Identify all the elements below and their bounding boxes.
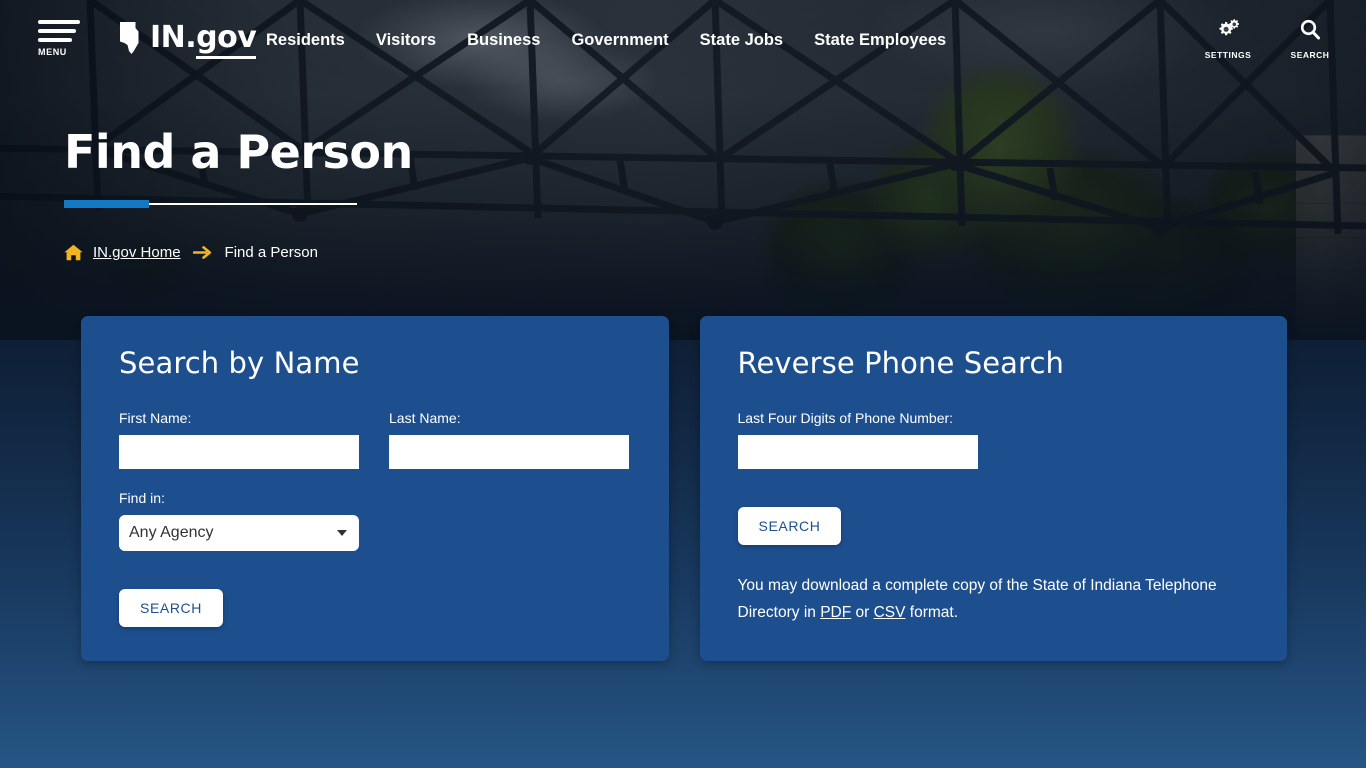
site-header: MENU IN.gov Residents Visitors Business … xyxy=(0,0,1366,80)
csv-download-link[interactable]: CSV xyxy=(874,604,906,621)
search-cards-container: Search by Name First Name: Last Name: Fi… xyxy=(81,316,1287,661)
title-rule-accent xyxy=(64,200,149,209)
nav-item-government[interactable]: Government xyxy=(571,31,668,50)
note-text-or: or xyxy=(851,603,874,621)
directory-download-note: You may download a complete copy of the … xyxy=(738,573,1250,626)
find-in-select-wrapper: Any Agency xyxy=(119,515,359,551)
phone-last-four-input[interactable] xyxy=(737,435,978,469)
page-title: Find a Person xyxy=(64,125,413,179)
header-tools: SETTINGS SEARCH xyxy=(1202,18,1336,60)
phone-field-group: Last Four Digits of Phone Number: xyxy=(737,410,1250,469)
find-in-field-group: Find in: Any Agency xyxy=(119,490,631,551)
first-name-input[interactable] xyxy=(119,435,359,469)
nav-item-visitors[interactable]: Visitors xyxy=(376,31,436,50)
reverse-phone-search-card: Reverse Phone Search Last Four Digits of… xyxy=(699,316,1287,661)
hero-content: Find a Person xyxy=(64,125,413,209)
search-by-name-submit-button[interactable]: SEARCH xyxy=(119,589,223,627)
gears-icon xyxy=(1219,19,1239,36)
pdf-download-link[interactable]: PDF xyxy=(820,604,851,621)
settings-button[interactable]: SETTINGS xyxy=(1202,18,1254,60)
last-name-field-group: Last Name: xyxy=(389,410,629,469)
menu-button-label: MENU xyxy=(38,47,67,57)
note-text-part2: format. xyxy=(905,603,959,621)
magnifier-icon xyxy=(1300,19,1320,40)
menu-button[interactable]: MENU xyxy=(38,20,84,57)
brand-wordmark: IN.gov xyxy=(150,20,257,59)
nav-item-state-employees[interactable]: State Employees xyxy=(814,31,946,50)
find-in-selected-value: Any Agency xyxy=(129,524,214,541)
breadcrumb-home-link[interactable]: IN.gov Home xyxy=(93,244,181,261)
indiana-state-outline-icon xyxy=(120,22,139,54)
main-navigation: Residents Visitors Business Government S… xyxy=(266,0,946,80)
search-button-header[interactable]: SEARCH xyxy=(1284,18,1336,60)
first-name-label: First Name: xyxy=(119,410,192,426)
search-label: SEARCH xyxy=(1290,50,1330,60)
last-name-label: Last Name: xyxy=(389,410,461,426)
first-name-field-group: First Name: xyxy=(119,410,359,469)
search-by-name-card: Search by Name First Name: Last Name: Fi… xyxy=(81,316,669,661)
nav-item-state-jobs[interactable]: State Jobs xyxy=(700,31,783,50)
nav-item-business[interactable]: Business xyxy=(467,31,540,50)
ingov-logo[interactable]: IN.gov xyxy=(118,20,257,59)
home-icon[interactable] xyxy=(64,244,83,261)
settings-label: SETTINGS xyxy=(1204,50,1252,60)
nav-item-residents[interactable]: Residents xyxy=(266,31,345,50)
arrow-right-icon xyxy=(192,246,211,259)
hamburger-icon xyxy=(38,20,80,42)
brand-in: IN. xyxy=(150,20,197,55)
reverse-phone-title: Reverse Phone Search xyxy=(737,346,1064,380)
title-rule-line xyxy=(149,203,357,206)
last-name-input[interactable] xyxy=(389,435,629,469)
title-underline-rule xyxy=(64,200,357,209)
name-fields-row: First Name: Last Name: xyxy=(119,410,631,490)
brand-gov: gov xyxy=(196,20,257,59)
note-text-part1: You may download a complete copy of the … xyxy=(737,577,1217,621)
search-by-name-title: Search by Name xyxy=(119,346,360,380)
breadcrumb-current: Find a Person xyxy=(224,244,318,261)
breadcrumb: IN.gov Home Find a Person xyxy=(64,244,318,261)
phone-label: Last Four Digits of Phone Number: xyxy=(737,410,954,426)
find-in-label: Find in: xyxy=(119,490,165,506)
find-in-select[interactable]: Any Agency xyxy=(119,515,359,551)
reverse-phone-submit-button[interactable]: SEARCH xyxy=(737,507,842,545)
